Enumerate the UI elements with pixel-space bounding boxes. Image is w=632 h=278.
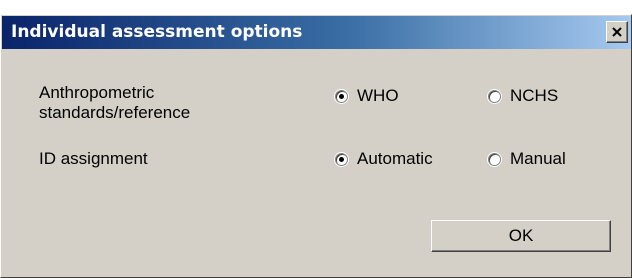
dialog-window: Individual assessment options Anthropome…: [0, 14, 632, 278]
radio-who[interactable]: WHO: [335, 86, 399, 106]
radio-who-label: WHO: [357, 86, 399, 105]
dialog-title: Individual assessment options: [11, 22, 303, 42]
title-bar[interactable]: Individual assessment options: [2, 16, 631, 49]
radio-automatic-circle[interactable]: [335, 152, 348, 166]
close-button[interactable]: [606, 21, 628, 43]
radio-nchs[interactable]: NCHS: [488, 86, 558, 106]
radio-nchs-label: NCHS: [510, 86, 559, 105]
id-assignment-label: ID assignment: [39, 149, 148, 168]
anthro-label: Anthropometric standards/reference: [39, 83, 190, 123]
radio-nchs-circle[interactable]: [488, 89, 501, 103]
radio-manual-label: Manual: [510, 149, 566, 168]
radio-automatic[interactable]: Automatic: [335, 149, 433, 169]
radio-selected-dot: [339, 93, 344, 99]
ok-button[interactable]: OK: [431, 220, 611, 252]
radio-selected-dot: [339, 156, 344, 162]
radio-who-circle[interactable]: [335, 89, 348, 103]
radio-manual-circle[interactable]: [488, 152, 501, 166]
close-icon: [612, 27, 622, 37]
radio-automatic-label: Automatic: [357, 149, 433, 168]
anthro-label-line2: standards/reference: [39, 103, 191, 122]
radio-manual[interactable]: Manual: [488, 149, 566, 169]
anthro-label-line1: Anthropometric: [39, 83, 155, 102]
